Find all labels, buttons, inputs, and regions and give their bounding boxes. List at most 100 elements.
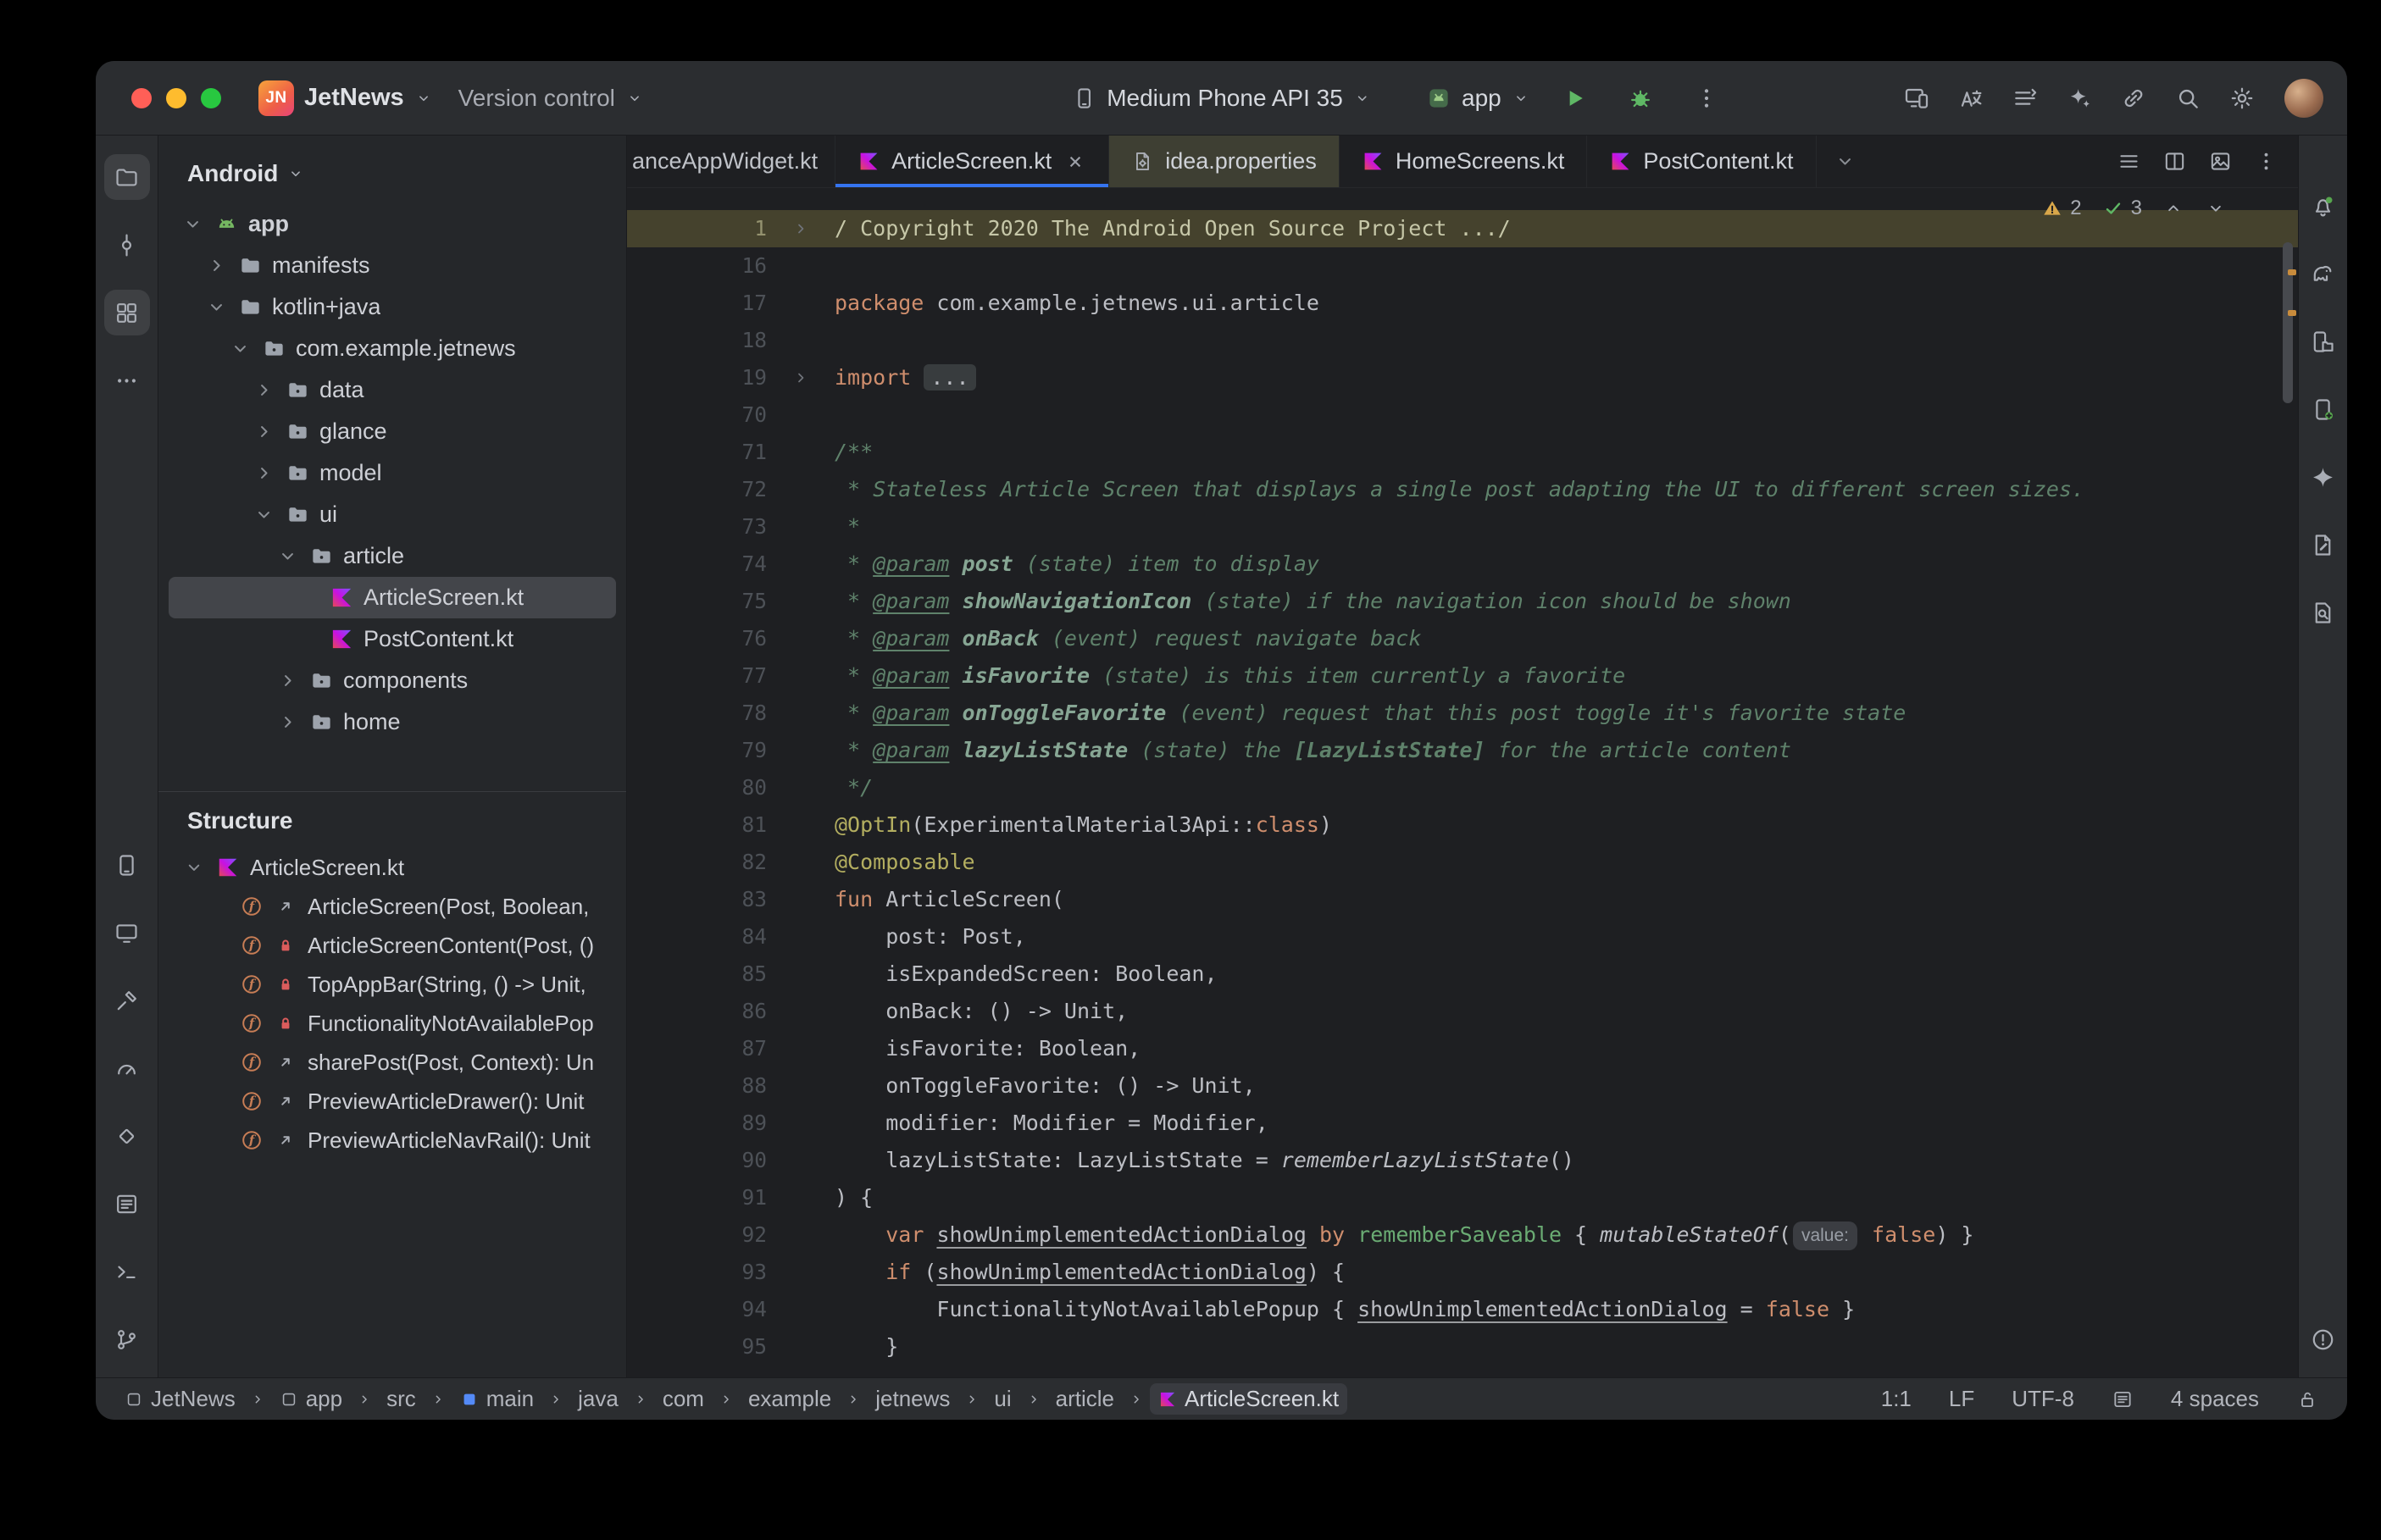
settings-button[interactable] — [2220, 76, 2264, 120]
line-number-75[interactable]: 75 — [627, 583, 767, 620]
line-number-17[interactable]: 17 — [627, 285, 767, 322]
breadcrumb-jetnews[interactable]: JetNews — [116, 1383, 244, 1415]
ai-assistant-button[interactable] — [2057, 76, 2101, 120]
problems-toolwindow-button[interactable] — [2301, 1316, 2346, 1362]
notifications-toolwindow-button[interactable] — [2301, 183, 2346, 229]
debug-button[interactable] — [1618, 76, 1662, 120]
gradle-toolwindow-button[interactable] — [2301, 251, 2346, 296]
code-line-18[interactable]: 18 — [627, 322, 2298, 359]
previous-problem-icon[interactable] — [2162, 197, 2184, 219]
list-settings-button[interactable] — [2003, 76, 2047, 120]
code-line-72[interactable]: 72 * Stateless Article Screen that displ… — [627, 471, 2298, 508]
editor-tab-anceappwidget-kt[interactable]: anceAppWidget.kt — [627, 136, 836, 187]
breadcrumb-example[interactable]: example — [740, 1383, 840, 1415]
line-ending[interactable]: LF — [1949, 1386, 1974, 1412]
device-preview-button[interactable] — [2200, 141, 2240, 182]
code-line-93[interactable]: 93 if (showUnimplementedActionDialog) { — [627, 1254, 2298, 1291]
profiler-toolwindow-button[interactable] — [104, 1045, 150, 1091]
structure-item-articlescreen-post-boolean[interactable]: f ArticleScreen(Post, Boolean, — [169, 887, 616, 926]
line-number-70[interactable]: 70 — [627, 396, 767, 434]
device-selector[interactable]: Medium Phone API 35 — [1071, 85, 1372, 112]
tab-list-button[interactable] — [2108, 141, 2149, 182]
line-number-83[interactable]: 83 — [627, 881, 767, 918]
project-toolwindow-button[interactable] — [103, 154, 150, 200]
minimize-window-button[interactable] — [166, 87, 186, 108]
line-number-81[interactable]: 81 — [627, 806, 767, 844]
logcat-toolwindow-button[interactable] — [104, 1181, 150, 1227]
line-number-18[interactable]: 18 — [627, 322, 767, 359]
code-line-81[interactable]: 81 @OptIn(ExperimentalMaterial3Api::class… — [627, 806, 2298, 844]
line-number-19[interactable]: 19 — [627, 359, 767, 396]
code-line-92[interactable]: 92 var showUnimplementedActionDialog by … — [627, 1216, 2298, 1254]
project-item-model[interactable]: model — [169, 452, 616, 494]
editor-tab-idea-properties[interactable]: idea.properties — [1109, 136, 1340, 187]
run-button[interactable] — [1552, 76, 1596, 120]
line-number-85[interactable]: 85 — [627, 956, 767, 993]
code-line-79[interactable]: 79 * @param lazyListState (state) the [L… — [627, 732, 2298, 769]
line-number-86[interactable]: 86 — [627, 993, 767, 1030]
breadcrumb-app[interactable]: app — [271, 1383, 351, 1415]
code-line-87[interactable]: 87 isFavorite: Boolean, — [627, 1030, 2298, 1067]
code-line-84[interactable]: 84 post: Post, — [627, 918, 2298, 956]
project-item-articlescreen-kt[interactable]: ArticleScreen.kt — [169, 577, 616, 618]
project-item-postcontent-kt[interactable]: PostContent.kt — [169, 618, 616, 660]
line-number-72[interactable]: 72 — [627, 471, 767, 508]
code-line-82[interactable]: 82 @Composable — [627, 844, 2298, 881]
code-line-83[interactable]: 83 fun ArticleScreen( — [627, 881, 2298, 918]
device-manager-toolwindow-button[interactable] — [104, 842, 150, 888]
line-number-74[interactable]: 74 — [627, 546, 767, 583]
structure-item-sharepost-post-context-un[interactable]: f sharePost(Post, Context): Un — [169, 1043, 616, 1082]
find-in-files-toolwindow-button[interactable] — [2301, 590, 2346, 635]
line-number-1[interactable]: 1 — [627, 210, 767, 247]
breadcrumb-articlescreen-kt[interactable]: ArticleScreen.kt — [1150, 1383, 1348, 1415]
close-tab-icon[interactable] — [1064, 151, 1086, 173]
split-editor-button[interactable] — [2154, 141, 2195, 182]
project-item-components[interactable]: components — [169, 660, 616, 701]
code-line-90[interactable]: 90 lazyListState: LazyListState = rememb… — [627, 1142, 2298, 1179]
emulator-toolwindow-button[interactable] — [2301, 386, 2346, 432]
project-item-com-example-jetnews[interactable]: com.example.jetnews — [169, 328, 616, 369]
project-item-glance[interactable]: glance — [169, 411, 616, 452]
line-number-88[interactable]: 88 — [627, 1067, 767, 1105]
inspections-widget[interactable]: 2 3 — [2041, 197, 2227, 220]
code-line-16[interactable]: 16 — [627, 247, 2298, 285]
code-line-95[interactable]: 95 } — [627, 1328, 2298, 1366]
terminal-toolwindow-button[interactable] — [104, 1249, 150, 1294]
project-item-kotlin-java[interactable]: kotlin+java — [169, 286, 616, 328]
editor-scrollbar[interactable] — [2283, 242, 2293, 403]
code-line-78[interactable]: 78 * @param onToggleFavorite (event) req… — [627, 695, 2298, 732]
line-number-92[interactable]: 92 — [627, 1216, 767, 1254]
line-number-80[interactable]: 80 — [627, 769, 767, 806]
structure-item-articlescreen-kt[interactable]: ArticleScreen.kt — [169, 848, 616, 887]
line-number-82[interactable]: 82 — [627, 844, 767, 881]
editor-tab-postcontent-kt[interactable]: PostContent.kt — [1587, 136, 1817, 187]
structure-item-previewarticledrawer-unit[interactable]: f PreviewArticleDrawer(): Unit — [169, 1082, 616, 1121]
editor-tab-articlescreen-kt[interactable]: ArticleScreen.kt — [835, 136, 1110, 187]
hidden-tabs-button[interactable] — [1825, 141, 1866, 182]
editor-tab-homescreens-kt[interactable]: HomeScreens.kt — [1340, 136, 1588, 187]
project-item-data[interactable]: data — [169, 369, 616, 411]
device-mirror-button[interactable] — [1895, 76, 1939, 120]
more-tool-windows-toolwindow-button[interactable] — [104, 357, 150, 403]
run-configuration-selector[interactable]: app — [1426, 85, 1530, 112]
project-widget[interactable]: JN JetNews — [258, 80, 433, 116]
code-line-19[interactable]: 19 import ... — [627, 359, 2298, 396]
line-number-84[interactable]: 84 — [627, 918, 767, 956]
code-line-71[interactable]: 71/** — [627, 434, 2298, 471]
commit-toolwindow-button[interactable] — [104, 222, 150, 268]
warning-stripe-mark[interactable] — [2288, 269, 2296, 275]
passed-checks-count[interactable]: 3 — [2102, 197, 2142, 220]
breadcrumb-jetnews[interactable]: jetnews — [867, 1383, 958, 1415]
next-problem-icon[interactable] — [2205, 197, 2227, 219]
breadcrumb-java[interactable]: java — [569, 1383, 627, 1415]
line-number-90[interactable]: 90 — [627, 1142, 767, 1179]
code-line-94[interactable]: 94 FunctionalityNotAvailablePopup { show… — [627, 1291, 2298, 1328]
encoding[interactable]: UTF-8 — [2012, 1386, 2074, 1412]
breadcrumb-main[interactable]: main — [452, 1383, 542, 1415]
line-number-76[interactable]: 76 — [627, 620, 767, 657]
line-number-16[interactable]: 16 — [627, 247, 767, 285]
code-line-86[interactable]: 86 onBack: () -> Unit, — [627, 993, 2298, 1030]
code-line-74[interactable]: 74 * @param post (state) item to display — [627, 546, 2298, 583]
code-line-70[interactable]: 70 — [627, 396, 2298, 434]
code-line-17[interactable]: 17 package com.example.jetnews.ui.article — [627, 285, 2298, 322]
